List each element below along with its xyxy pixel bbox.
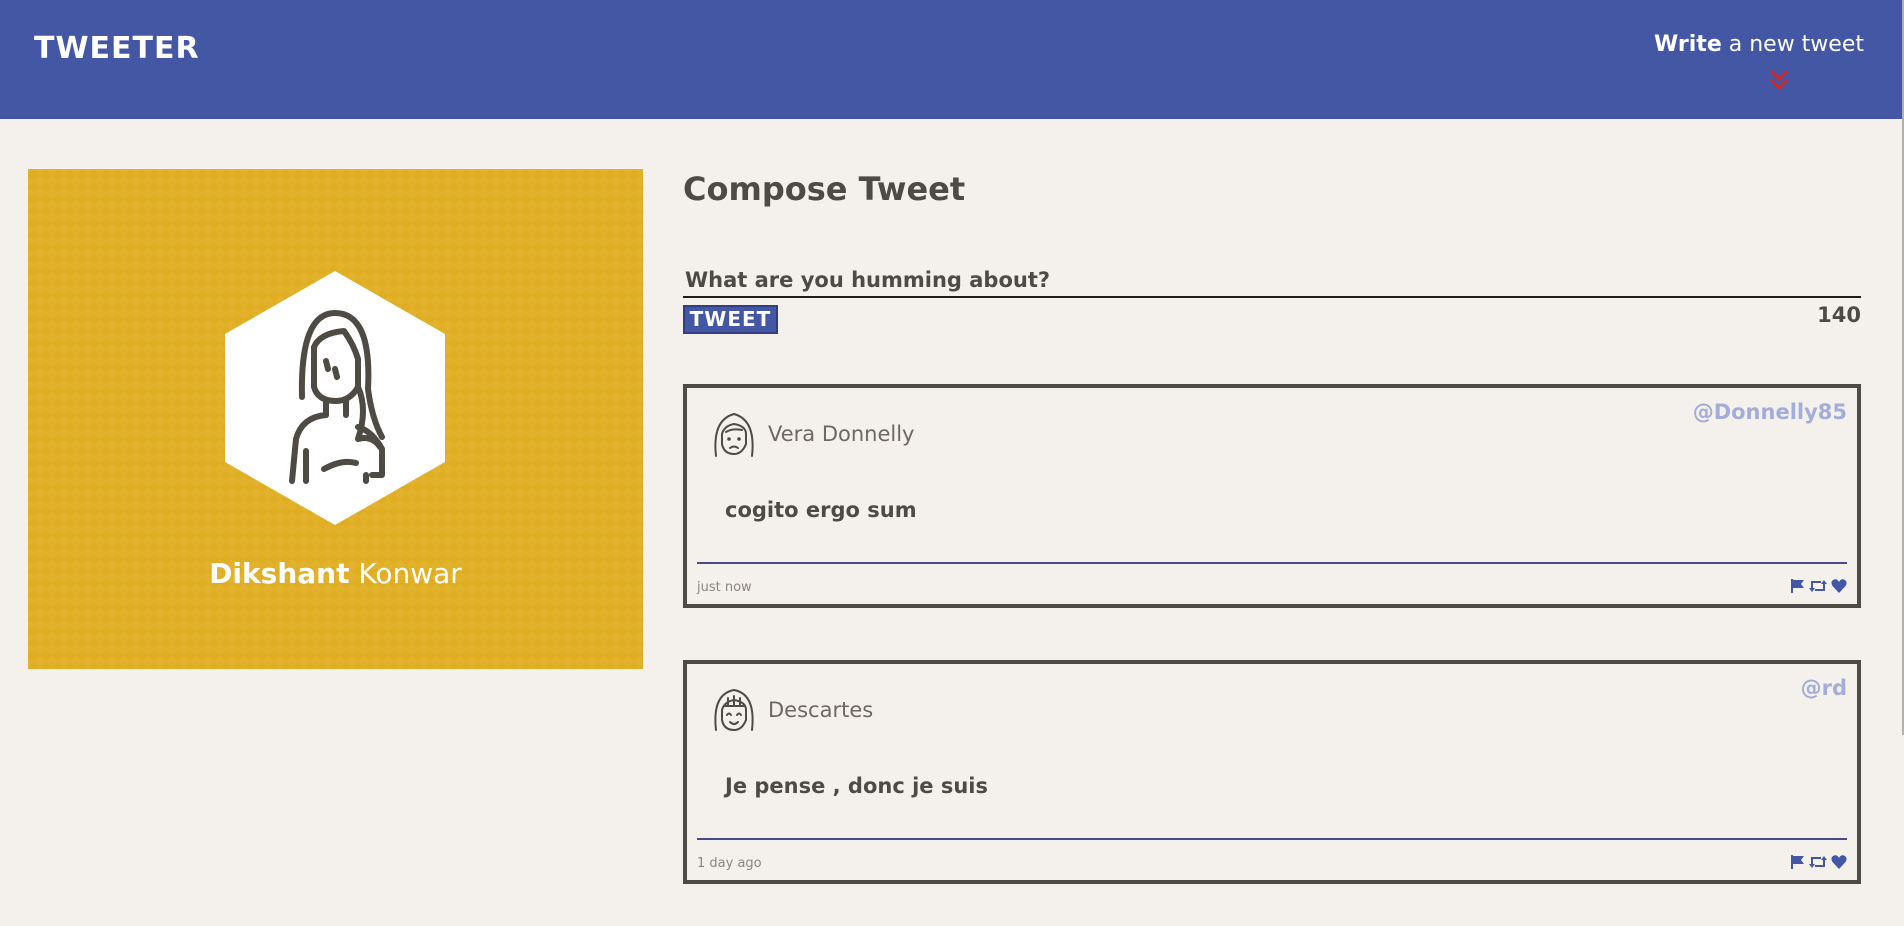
tweet-content: cogito ergo sum: [725, 498, 917, 522]
compose-toggle-bold: Write: [1654, 32, 1722, 57]
compose-title: Compose Tweet: [683, 170, 966, 208]
tweet-submit-button[interactable]: TWEET: [683, 305, 778, 334]
tweet-content: Je pense , donc je suis: [725, 774, 989, 798]
compose-toggle-rest: a new tweet: [1721, 32, 1864, 57]
tweet-card: Descartes @rd Je pense , donc je suis 1 …: [683, 660, 1861, 884]
tweet-divider: [697, 838, 1847, 840]
write-new-tweet-toggle[interactable]: Write a new tweet: [1654, 34, 1864, 56]
profile-first-name: Dikshant: [209, 557, 350, 590]
tweet-author-handle[interactable]: @Donnelly85: [1693, 400, 1847, 425]
double-chevron-down-icon[interactable]: [1768, 68, 1790, 92]
tweet-timestamp: just now: [697, 580, 752, 595]
heart-icon[interactable]: [1831, 854, 1847, 870]
retweet-icon[interactable]: [1809, 854, 1827, 870]
smiling-girl-avatar-icon: [714, 688, 754, 732]
tweet-card: Vera Donnelly @Donnelly85 cogito ergo su…: [683, 384, 1861, 608]
profile-last-name: Konwar: [358, 557, 462, 590]
frowning-girl-avatar-icon: [714, 412, 754, 457]
tweet-timestamp: 1 day ago: [697, 856, 762, 871]
tweet-actions: [1789, 854, 1847, 870]
flag-icon[interactable]: [1789, 578, 1805, 594]
tweet-author-name: Descartes: [768, 698, 874, 722]
woman-avatar-icon: [225, 271, 445, 525]
retweet-icon[interactable]: [1809, 578, 1827, 594]
tweet-text-input[interactable]: [683, 264, 1861, 298]
brand-logo[interactable]: TWEETER: [34, 34, 200, 64]
profile-name: Dikshant Konwar: [28, 557, 643, 591]
tweet-divider: [697, 562, 1847, 564]
tweet-actions: [1789, 578, 1847, 594]
tweet-author-handle[interactable]: @rd: [1801, 676, 1847, 701]
tweet-author-name: Vera Donnelly: [768, 422, 915, 446]
heart-icon[interactable]: [1831, 578, 1847, 594]
top-nav: TWEETER Write a new tweet: [0, 0, 1902, 119]
char-counter: 140: [1817, 303, 1861, 327]
profile-card: Dikshant Konwar: [28, 169, 643, 669]
flag-icon[interactable]: [1789, 854, 1805, 870]
